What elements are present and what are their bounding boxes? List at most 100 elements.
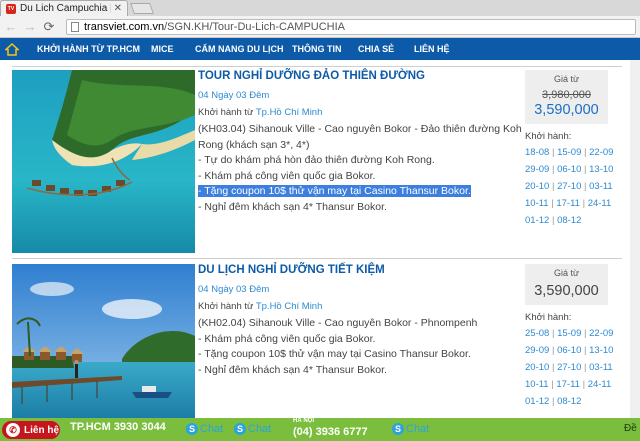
nav-item-mice[interactable]: MICE <box>151 44 174 54</box>
date-link[interactable]: 27-10 <box>557 181 581 192</box>
tour-card: DU LỊCH NGHỈ DƯỠNG TIẾT KIỆM 04 Ngày 03 … <box>12 264 622 418</box>
date-link[interactable]: 15-09 <box>557 328 581 339</box>
browser-tab[interactable]: TV Du Lich Campuchia | Tour ✕ <box>0 0 128 16</box>
tab-title: Du Lich Campuchia | Tour <box>20 3 111 14</box>
date-link[interactable]: 15-09 <box>557 147 581 158</box>
tour-description: (KH03.04) Sihanouk Ville - Cao nguyên Bo… <box>198 122 528 215</box>
price-new: 3,590,000 <box>534 102 599 118</box>
nav-item-chia-se[interactable]: CHIA SẺ <box>358 44 394 54</box>
date-link[interactable]: 17-11 <box>556 379 580 390</box>
hanoi-label: HÀ NỘI <box>293 418 314 424</box>
date-link[interactable]: 18-08 <box>525 147 549 158</box>
scrollbar[interactable] <box>630 60 640 418</box>
tour-highlight: - Khám phá công viên quốc gia Bokor. <box>198 169 376 182</box>
site-favicon-icon: TV <box>6 3 16 14</box>
date-link[interactable]: 06-10 <box>557 164 581 175</box>
skype-chat-button[interactable]: S Chat <box>392 423 429 435</box>
date-link[interactable]: 25-08 <box>525 328 549 339</box>
tour-image-beach-pier[interactable] <box>12 264 195 418</box>
browser-tab-strip: TV Du Lich Campuchia | Tour ✕ <box>0 0 640 16</box>
price-from-label: Giá từ <box>553 268 580 278</box>
phone-icon: ✆ <box>6 423 20 437</box>
nav-item-cam-nang[interactable]: CẨM NANG DU LỊCH <box>195 44 284 54</box>
tour-summary: (KH03.04) Sihanouk Ville - Cao nguyên Bo… <box>198 123 522 151</box>
price-box: Giá từ 3,980,000 3,590,000 <box>525 70 608 124</box>
nav-item-lien-he[interactable]: LIÊN HỆ <box>414 44 450 54</box>
skype-icon: S <box>234 423 246 435</box>
date-link[interactable]: 22-09 <box>589 147 613 158</box>
url-host: transviet.com.vn <box>84 21 165 33</box>
tab-close-icon[interactable]: ✕ <box>114 3 122 14</box>
right-edge-text: Đề <box>624 423 637 434</box>
date-link[interactable]: 01-12 <box>525 215 549 226</box>
price-box: Giá từ 3,590,000 <box>525 264 608 305</box>
divider <box>12 66 622 67</box>
departure-city[interactable]: Tp.Hồ Chí Minh <box>256 301 323 312</box>
price-old: 3,980,000 <box>542 89 591 101</box>
tour-image-island-resort[interactable] <box>12 70 195 253</box>
nav-item-khoi-hanh[interactable]: KHỞI HÀNH TỪ TP.HCM <box>37 44 140 54</box>
tour-highlight-selected: - Tặng coupon 10$ thử vận may tại Casino… <box>198 185 471 197</box>
date-link[interactable]: 29-09 <box>525 164 549 175</box>
date-link[interactable]: 20-10 <box>525 181 549 192</box>
date-link[interactable]: 10-11 <box>525 379 549 390</box>
tour-title[interactable]: TOUR NGHỈ DƯỠNG ĐẢO THIÊN ĐƯỜNG <box>198 70 528 82</box>
hanoi-phone[interactable]: (04) 3936 6777 <box>293 426 368 438</box>
skype-chat-button[interactable]: S Chat <box>186 423 223 435</box>
departure-dates: 18-08 | 15-09 | 22-09 29-09 | 06-10 | 13… <box>525 147 614 226</box>
price-column: Giá từ 3,980,000 3,590,000 Khởi hành: 18… <box>525 70 622 229</box>
date-link[interactable]: 01-12 <box>525 396 549 407</box>
skype-chat-button[interactable]: S Chat <box>234 423 271 435</box>
url-path: /SGN.KH/Tour-Du-Lich-CAMPUCHIA <box>164 21 346 33</box>
date-link[interactable]: 08-12 <box>557 215 581 226</box>
date-link[interactable]: 24-11 <box>588 379 612 390</box>
reload-icon[interactable]: ⟳ <box>41 19 57 35</box>
price: 3,590,000 <box>534 283 599 299</box>
page-icon <box>71 22 79 32</box>
tour-duration: 04 Ngày 03 Đêm <box>198 90 270 101</box>
tour-duration: 04 Ngày 03 Đêm <box>198 284 270 295</box>
chat-label: Chat <box>200 423 224 435</box>
tour-highlight: - Nghỉ đêm khách sạn 4* Thansur Bokor. <box>198 200 387 213</box>
date-link[interactable]: 24-11 <box>588 198 612 209</box>
home-icon[interactable] <box>0 38 24 60</box>
tour-title[interactable]: DU LỊCH NGHỈ DƯỠNG TIẾT KIỆM <box>198 264 528 276</box>
date-link[interactable]: 03-11 <box>589 181 613 192</box>
back-icon[interactable]: ← <box>3 19 19 35</box>
contact-label: Liên hệ <box>24 424 60 436</box>
hcm-phone[interactable]: TP.HCM 3930 3044 <box>70 421 166 433</box>
tour-body: TOUR NGHỈ DƯỠNG ĐẢO THIÊN ĐƯỜNG 04 Ngày … <box>198 70 528 215</box>
chat-label: Chat <box>406 423 430 435</box>
departure-city[interactable]: Tp.Hồ Chí Minh <box>256 107 323 118</box>
date-link[interactable]: 13-10 <box>589 345 613 356</box>
price-column: Giá từ 3,590,000 Khởi hành: 25-08 | 15-0… <box>525 264 622 410</box>
tour-body: DU LỊCH NGHỈ DƯỠNG TIẾT KIỆM 04 Ngày 03 … <box>198 264 528 378</box>
skype-icon: S <box>186 423 198 435</box>
date-link[interactable]: 20-10 <box>525 362 549 373</box>
date-link[interactable]: 13-10 <box>589 164 613 175</box>
tour-description: (KH02.04) Sihanouk Ville - Cao nguyên Bo… <box>198 316 528 378</box>
tour-card: TOUR NGHỈ DƯỠNG ĐẢO THIÊN ĐƯỜNG 04 Ngày … <box>12 70 622 253</box>
date-link[interactable]: 03-11 <box>589 362 613 373</box>
dates-label: Khởi hành: <box>525 131 572 142</box>
date-link[interactable]: 17-11 <box>556 198 580 209</box>
departure-label: Khởi hành từ <box>198 301 254 312</box>
date-link[interactable]: 06-10 <box>557 345 581 356</box>
forward-icon[interactable]: → <box>22 19 38 35</box>
date-link[interactable]: 27-10 <box>557 362 581 373</box>
tour-highlight: - Tự do khám phá hòn đảo thiên đường Koh… <box>198 154 435 166</box>
departure-label: Khởi hành từ <box>198 107 254 118</box>
date-link[interactable]: 10-11 <box>525 198 549 209</box>
nav-item-thong-tin[interactable]: THÔNG TIN <box>292 44 342 54</box>
site-nav: KHỞI HÀNH TỪ TP.HCM MICE CẨM NANG DU LỊC… <box>0 38 640 60</box>
date-link[interactable]: 22-09 <box>589 328 613 339</box>
browser-toolbar: ← → ⟳ transviet.com.vn/SGN.KH/Tour-Du-Li… <box>0 16 640 38</box>
tour-highlight: - Khám phá công viên quốc gia Bokor. <box>198 332 376 345</box>
contact-button[interactable]: ✆ Liên hệ <box>2 421 60 439</box>
divider <box>12 258 622 259</box>
date-link[interactable]: 08-12 <box>557 396 581 407</box>
date-link[interactable]: 29-09 <box>525 345 549 356</box>
new-tab-button[interactable] <box>129 3 155 14</box>
departure-dates: 25-08 | 15-09 | 22-09 29-09 | 06-10 | 13… <box>525 328 614 407</box>
address-bar[interactable]: transviet.com.vn/SGN.KH/Tour-Du-Lich-CAM… <box>66 19 636 35</box>
